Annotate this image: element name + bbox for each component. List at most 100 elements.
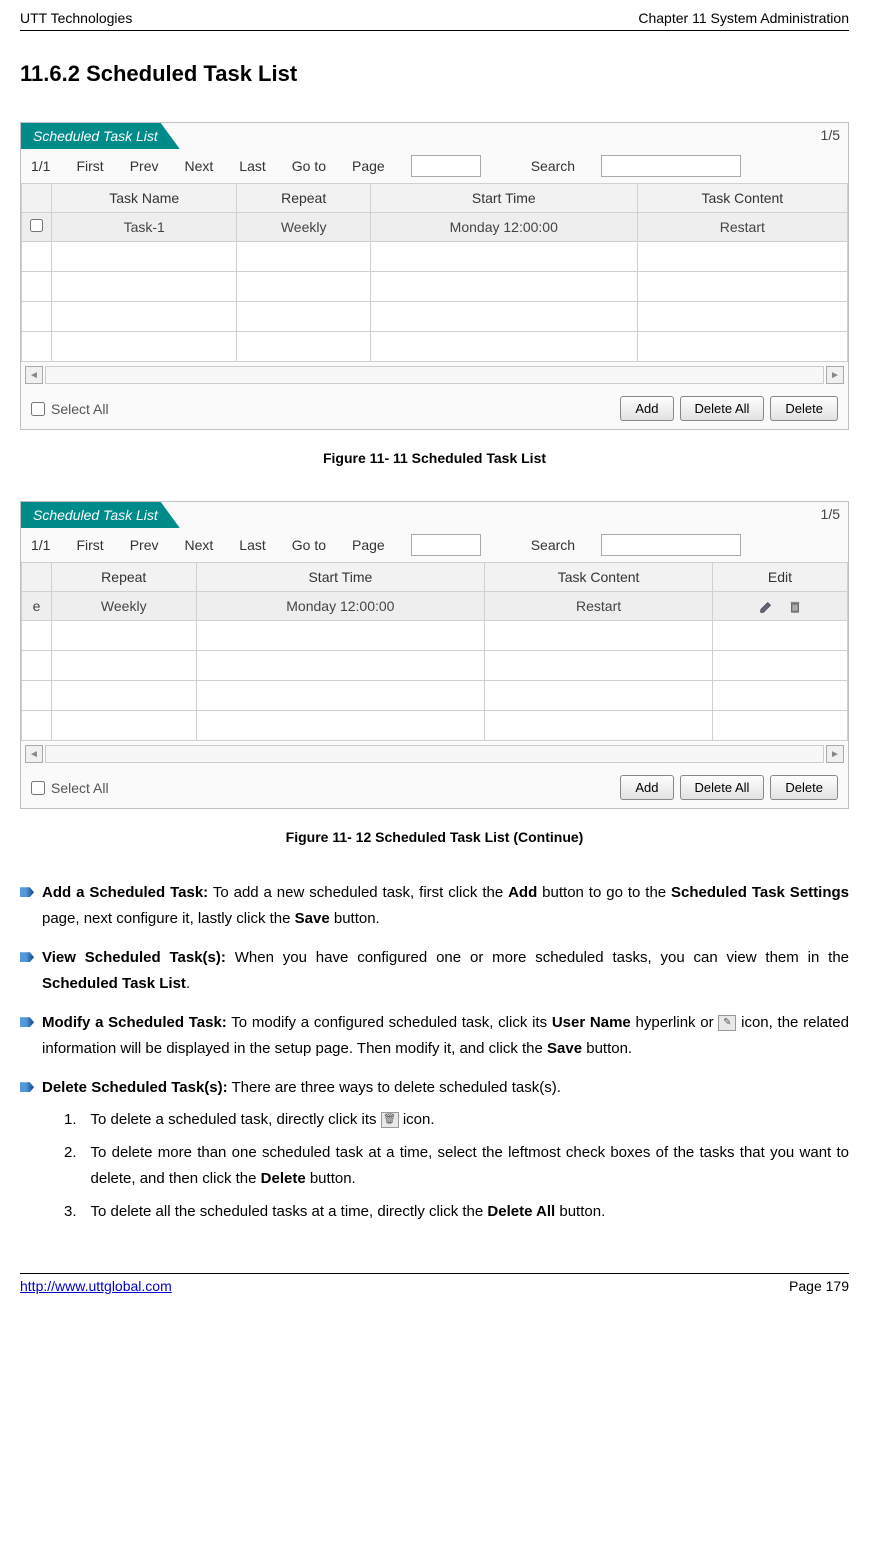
bullet-arrow-icon (20, 952, 34, 962)
delete-button[interactable]: Delete (770, 775, 838, 800)
table-row (22, 651, 848, 681)
select-all-checkbox[interactable] (31, 781, 45, 795)
list-item-modify: Modify a Scheduled Task: To modify a con… (20, 1010, 849, 1061)
cell-start-time: Monday 12:00:00 (196, 592, 485, 621)
scroll-track[interactable] (45, 745, 824, 763)
pager-prev[interactable]: Prev (130, 158, 159, 174)
trash-icon[interactable] (789, 600, 801, 614)
button-group: Add Delete All Delete (620, 775, 838, 800)
scroll-right-icon[interactable]: ► (826, 745, 844, 763)
button-group: Add Delete All Delete (620, 396, 838, 421)
pager-counter: 1/1 (31, 158, 50, 174)
pager-page-label: Page (352, 537, 385, 553)
list-text: Add a Scheduled Task: To add a new sched… (42, 880, 849, 931)
num-label: 2. (64, 1140, 77, 1191)
add-button[interactable]: Add (620, 396, 673, 421)
row-checkbox[interactable] (30, 219, 43, 232)
table-row (22, 621, 848, 651)
col-start-time: Start Time (370, 184, 637, 213)
tab-scheduled-task-list[interactable]: Scheduled Task List (21, 123, 180, 149)
list-item-add: Add a Scheduled Task: To add a new sched… (20, 880, 849, 931)
goto-page-input[interactable] (411, 534, 481, 556)
pager-page-label: Page (352, 158, 385, 174)
numbered-item-2: 2. To delete more than one scheduled tas… (64, 1140, 849, 1191)
content-list: Add a Scheduled Task: To add a new sched… (20, 880, 849, 1233)
pager-goto-label: Go to (292, 158, 326, 174)
panel-top: Scheduled Task List 1/5 (21, 502, 848, 528)
table-row (22, 272, 848, 302)
list-item-view: View Scheduled Task(s): When you have co… (20, 945, 849, 996)
pager-last[interactable]: Last (239, 158, 265, 174)
edit-icon: ✎ (718, 1015, 736, 1031)
table-row (22, 681, 848, 711)
panel-top: Scheduled Task List 1/5 (21, 123, 848, 149)
cell-repeat: Weekly (237, 213, 370, 242)
horizontal-scrollbar[interactable]: ◄ ► (21, 741, 848, 767)
page-header: UTT Technologies Chapter 11 System Admin… (20, 10, 849, 31)
page-indicator: 1/5 (813, 123, 848, 147)
cell-task-content: Restart (485, 592, 713, 621)
horizontal-scrollbar[interactable]: ◄ ► (21, 362, 848, 388)
pager-counter: 1/1 (31, 537, 50, 553)
num-text: To delete more than one scheduled task a… (91, 1140, 849, 1191)
col-checkbox (22, 184, 52, 213)
scheduled-task-list-panel-1: Scheduled Task List 1/5 1/1 First Prev N… (20, 122, 849, 430)
list-text: Delete Scheduled Task(s): There are thre… (42, 1075, 849, 1233)
cell-task-name[interactable]: Task-1 (52, 213, 237, 242)
numbered-item-3: 3. To delete all the scheduled tasks at … (64, 1199, 849, 1225)
scroll-track[interactable] (45, 366, 824, 384)
figure-caption-1: Figure 11- 11 Scheduled Task List (20, 450, 849, 466)
cell-start-time: Monday 12:00:00 (370, 213, 637, 242)
delete-all-button[interactable]: Delete All (680, 396, 765, 421)
col-repeat: Repeat (52, 563, 197, 592)
footer-url-link[interactable]: http://www.uttglobal.com (20, 1278, 172, 1294)
col-repeat: Repeat (237, 184, 370, 213)
delete-button[interactable]: Delete (770, 396, 838, 421)
select-all-text: Select All (51, 780, 109, 796)
delete-all-button[interactable]: Delete All (680, 775, 765, 800)
search-label: Search (531, 537, 575, 553)
search-label: Search (531, 158, 575, 174)
task-table: Repeat Start Time Task Content Edit e We… (21, 562, 848, 741)
pager-next[interactable]: Next (184, 537, 213, 553)
pager-prev[interactable]: Prev (130, 537, 159, 553)
edit-icon[interactable] (759, 600, 773, 614)
trash-icon: 🗑 (381, 1112, 399, 1128)
cell-edit-actions (712, 592, 847, 621)
table-row: Task-1 Weekly Monday 12:00:00 Restart (22, 213, 848, 242)
scroll-left-icon[interactable]: ◄ (25, 745, 43, 763)
tab-scheduled-task-list[interactable]: Scheduled Task List (21, 502, 180, 528)
list-text: View Scheduled Task(s): When you have co… (42, 945, 849, 996)
panel-bottom-bar: Select All Add Delete All Delete (21, 388, 848, 429)
num-text: To delete all the scheduled tasks at a t… (91, 1199, 849, 1225)
cell-task-content: Restart (637, 213, 847, 242)
select-all-label[interactable]: Select All (31, 780, 109, 796)
search-input[interactable] (601, 155, 741, 177)
col-edit: Edit (712, 563, 847, 592)
pager-first[interactable]: First (76, 158, 103, 174)
bullet-arrow-icon (20, 1082, 34, 1092)
bullet-arrow-icon (20, 1017, 34, 1027)
pager-last[interactable]: Last (239, 537, 265, 553)
pager-next[interactable]: Next (184, 158, 213, 174)
pager-first[interactable]: First (76, 537, 103, 553)
table-row (22, 242, 848, 272)
cell-repeat: Weekly (52, 592, 197, 621)
search-input[interactable] (601, 534, 741, 556)
pager-toolbar: 1/1 First Prev Next Last Go to Page Sear… (21, 149, 848, 183)
table-row (22, 332, 848, 362)
scroll-right-icon[interactable]: ► (826, 366, 844, 384)
select-all-checkbox[interactable] (31, 402, 45, 416)
pager-goto-label: Go to (292, 537, 326, 553)
add-button[interactable]: Add (620, 775, 673, 800)
col-task-content: Task Content (485, 563, 713, 592)
numbered-item-1: 1. To delete a scheduled task, directly … (64, 1107, 849, 1133)
select-all-text: Select All (51, 401, 109, 417)
cell-partial: e (22, 592, 52, 621)
goto-page-input[interactable] (411, 155, 481, 177)
task-table: Task Name Repeat Start Time Task Content… (21, 183, 848, 362)
scroll-left-icon[interactable]: ◄ (25, 366, 43, 384)
list-item-delete: Delete Scheduled Task(s): There are thre… (20, 1075, 849, 1233)
select-all-label[interactable]: Select All (31, 401, 109, 417)
panel-bottom-bar: Select All Add Delete All Delete (21, 767, 848, 808)
